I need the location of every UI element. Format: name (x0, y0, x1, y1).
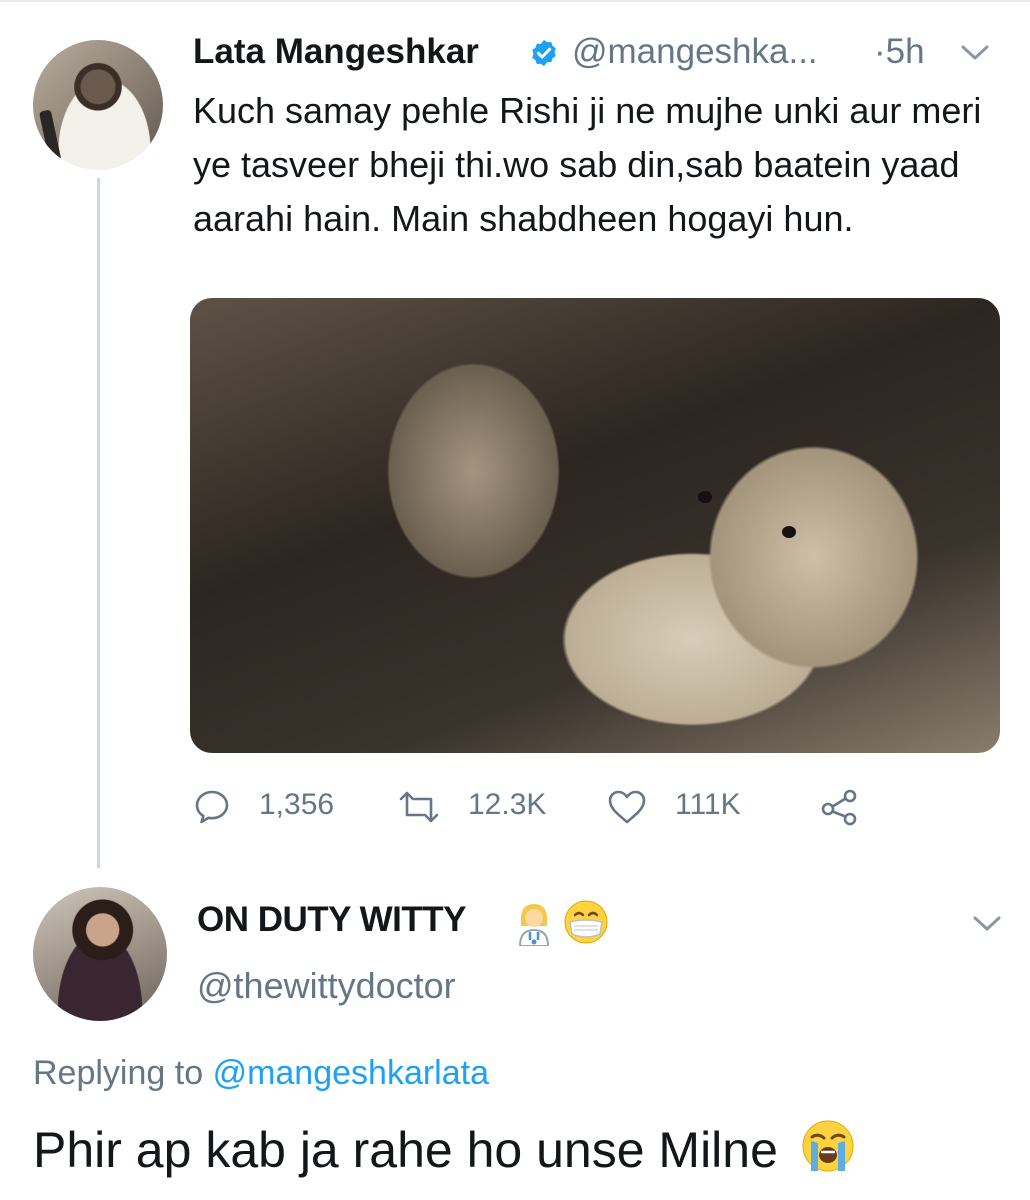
tweet-timestamp[interactable]: ·5h (874, 32, 925, 72)
tweet-photo[interactable] (190, 298, 1000, 753)
like-icon[interactable] (607, 789, 647, 825)
reply-count: 1,356 (259, 788, 335, 821)
lata-avatar[interactable] (33, 40, 163, 170)
tweet-author-name[interactable]: Lata Mangeshkar (193, 32, 479, 72)
thread-line (97, 178, 100, 868)
verified-badge-icon (532, 39, 556, 67)
reply-icon[interactable] (193, 788, 231, 826)
retweet-icon[interactable] (397, 790, 441, 824)
tweet-text: Kuch samay pehle Rishi ji ne mujhe unki … (193, 90, 982, 239)
tweet-author-handle[interactable]: @mangeshka... (572, 32, 818, 72)
share-icon[interactable] (819, 788, 859, 826)
reply-text-line: Phir ap kab ja rahe ho unse Milne (33, 1117, 858, 1179)
health-worker-emoji-icon (518, 904, 550, 946)
reply-author-name[interactable]: ON DUTY WITTY (197, 900, 466, 940)
replying-to-mention-link[interactable]: @mangeshkarlata (213, 1054, 489, 1092)
like-count: 111K (675, 788, 741, 821)
top-divider (0, 0, 1030, 2)
replying-to-label: Replying to (33, 1054, 204, 1092)
mask-face-emoji-icon (564, 900, 608, 944)
reply-text: Phir ap kab ja rahe ho unse Milne (33, 1122, 778, 1178)
chevron-down-icon[interactable] (960, 44, 990, 62)
crying-face-emoji-icon (802, 1120, 854, 1172)
photo-detail (698, 491, 712, 503)
retweet-count: 12.3K (468, 788, 547, 821)
replying-to-line: Replying to @mangeshkarlata (33, 1054, 489, 1093)
witty-avatar[interactable] (33, 887, 167, 1021)
chevron-down-icon[interactable] (972, 915, 1002, 933)
photo-detail (782, 526, 796, 538)
reply-author-handle[interactable]: @thewittydoctor (197, 965, 456, 1007)
microphone-shape (38, 109, 64, 170)
